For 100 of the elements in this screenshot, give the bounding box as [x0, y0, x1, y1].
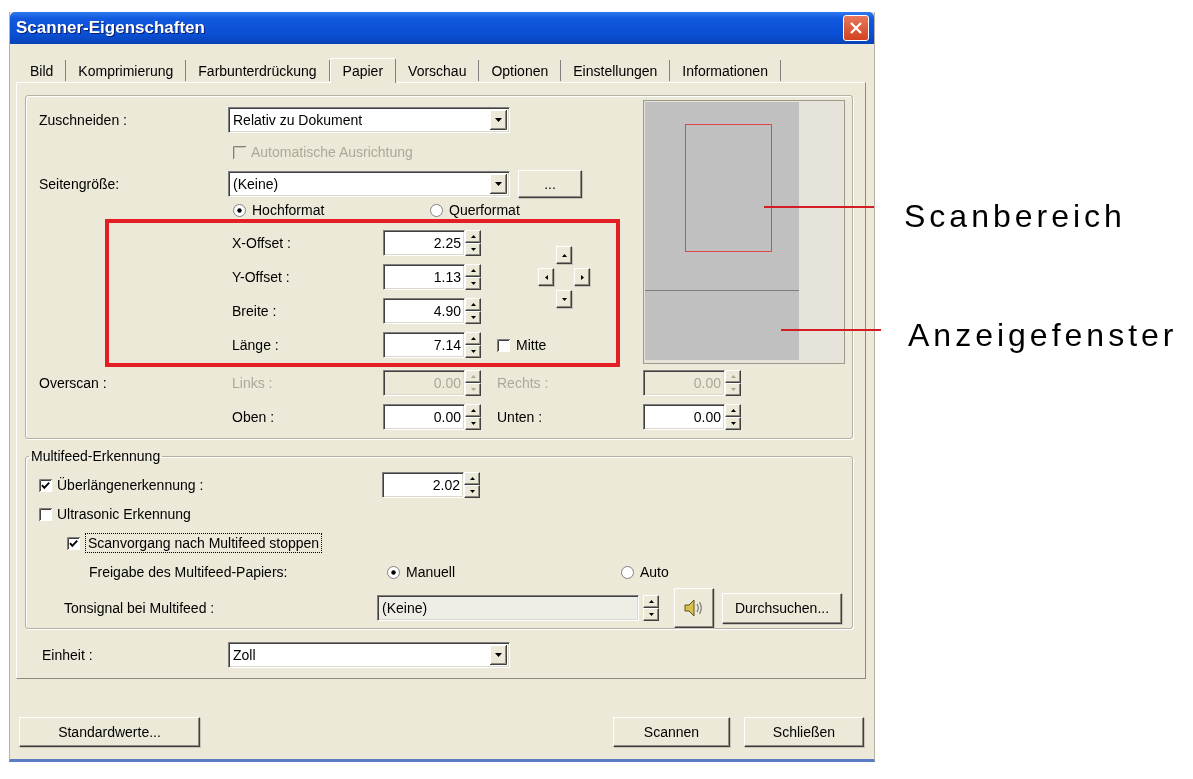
checkbox[interactable] — [497, 338, 510, 352]
browse-button[interactable]: ... — [518, 170, 582, 198]
checkbox[interactable] — [39, 507, 52, 521]
spin-up-button[interactable] — [465, 332, 481, 345]
group-title: Multifeed-Erkennung — [30, 448, 162, 464]
spin-up-button[interactable] — [465, 230, 481, 243]
speaker-icon — [683, 597, 705, 619]
number-field[interactable]: 1.13 — [383, 264, 465, 290]
radio-label: Querformat — [449, 202, 520, 218]
spin-down-button[interactable] — [465, 277, 481, 290]
caret-down-icon — [470, 350, 476, 353]
spin-down-button[interactable] — [464, 485, 480, 498]
caret-right-icon — [580, 274, 584, 280]
page-size-dropdown[interactable]: (Keine) — [228, 171, 510, 197]
window-title: Scanner-Eigenschaften — [16, 18, 205, 38]
field-label: Seitengröße: — [38, 176, 121, 192]
caret-down-icon — [469, 490, 475, 493]
spin-down-button[interactable] — [465, 417, 481, 430]
caret-up-icon — [730, 409, 736, 412]
number-field[interactable]: 2.02 — [382, 472, 464, 498]
number-field[interactable]: 2.25 — [383, 230, 465, 256]
caret-down-icon — [470, 388, 476, 391]
radio-label: Manuell — [406, 564, 456, 580]
field-label: X-Offset : — [232, 235, 292, 251]
dialog-button[interactable]: Schließen — [744, 717, 864, 747]
caret-up-icon — [470, 303, 476, 306]
close-icon — [850, 22, 862, 34]
caret-down-icon — [470, 422, 476, 425]
dialog-button[interactable]: Standardwerte... — [19, 717, 200, 747]
field-label: Breite : — [232, 303, 278, 319]
play-sound-button[interactable] — [674, 588, 714, 628]
checkbox-label: Automatische Ausrichtung — [251, 144, 413, 160]
caret-left-icon — [544, 274, 548, 280]
caret-down-icon[interactable] — [490, 110, 507, 130]
caret-down-icon — [730, 388, 736, 391]
checkbox[interactable] — [39, 478, 52, 492]
radio-label: Auto — [640, 564, 669, 580]
radio-button[interactable] — [387, 565, 400, 579]
field-label: Unten : — [497, 409, 544, 425]
nudge-down-button[interactable] — [556, 290, 572, 308]
spin-up-button[interactable] — [465, 264, 481, 277]
spin-up-button[interactable] — [465, 370, 481, 383]
field-label: Länge : — [232, 337, 280, 353]
number-field[interactable]: 4.90 — [383, 298, 465, 324]
radio-label: Hochformat — [252, 202, 325, 218]
caret-up-icon — [470, 337, 476, 340]
sound-field[interactable]: (Keine) — [377, 595, 639, 621]
caret-up-icon — [470, 409, 476, 412]
spin-up-button[interactable] — [643, 595, 659, 608]
spin-up-button[interactable] — [465, 298, 481, 311]
field-label: Rechts : — [497, 375, 550, 391]
caret-down-icon[interactable] — [490, 645, 507, 665]
checkbox-label: Ultrasonic Erkennung — [57, 506, 191, 522]
crop-dropdown[interactable]: Relativ zu Dokument — [228, 107, 510, 133]
radio-button[interactable] — [430, 203, 443, 217]
nudge-up-button[interactable] — [556, 246, 572, 264]
radio-button[interactable] — [621, 565, 634, 579]
spin-down-button[interactable] — [643, 608, 659, 621]
caret-up-icon — [561, 253, 567, 257]
radio-button[interactable] — [233, 203, 246, 217]
caret-up-icon — [470, 269, 476, 272]
spin-down-button[interactable] — [465, 345, 481, 358]
caret-down-icon — [470, 282, 476, 285]
spin-down-button[interactable] — [465, 311, 481, 324]
caret-up-icon — [470, 235, 476, 238]
checkbox-label: Überlängenerkennung : — [57, 477, 204, 493]
spin-down-button[interactable] — [725, 383, 741, 396]
caret-up-icon — [648, 600, 654, 603]
nudge-left-button[interactable] — [538, 268, 554, 286]
field-label: Links : — [232, 375, 274, 391]
spin-up-button[interactable] — [465, 404, 481, 417]
close-button[interactable] — [843, 15, 869, 41]
spin-up-button[interactable] — [464, 472, 480, 485]
number-field[interactable]: 7.14 — [383, 332, 465, 358]
spin-down-button[interactable] — [465, 383, 481, 396]
nudge-right-button[interactable] — [574, 268, 590, 286]
spin-down-button[interactable] — [465, 243, 481, 256]
spin-up-button[interactable] — [725, 404, 741, 417]
field-label: Overscan : — [38, 375, 108, 391]
caret-down-icon[interactable] — [490, 174, 507, 194]
browse-button[interactable]: Durchsuchen... — [722, 592, 842, 624]
field-label: Oben : — [232, 409, 276, 425]
field-label: Freigabe des Multifeed-Papiers: — [89, 564, 289, 580]
caret-down-icon — [470, 316, 476, 319]
caret-up-icon — [730, 375, 736, 378]
checkbox-label: Scanvorgang nach Multifeed stoppen — [85, 533, 323, 553]
spin-up-button[interactable] — [725, 370, 741, 383]
field-label: Zuschneiden : — [38, 112, 128, 128]
unit-dropdown[interactable]: Zoll — [228, 642, 510, 668]
dialog-button[interactable]: Scannen — [613, 717, 730, 747]
caret-down-icon — [648, 613, 654, 616]
number-field[interactable]: 0.00 — [643, 404, 725, 430]
tab[interactable]: Papier — [329, 58, 397, 83]
number-field[interactable]: 0.00 — [383, 404, 465, 430]
callout-label: Anzeigefenster — [908, 316, 1178, 354]
caret-up-icon — [469, 477, 475, 480]
spin-down-button[interactable] — [725, 417, 741, 430]
field-label: Y-Offset : — [232, 269, 291, 285]
checkbox[interactable] — [67, 536, 80, 550]
field-label: Tonsignal bei Multifeed : — [64, 600, 216, 616]
